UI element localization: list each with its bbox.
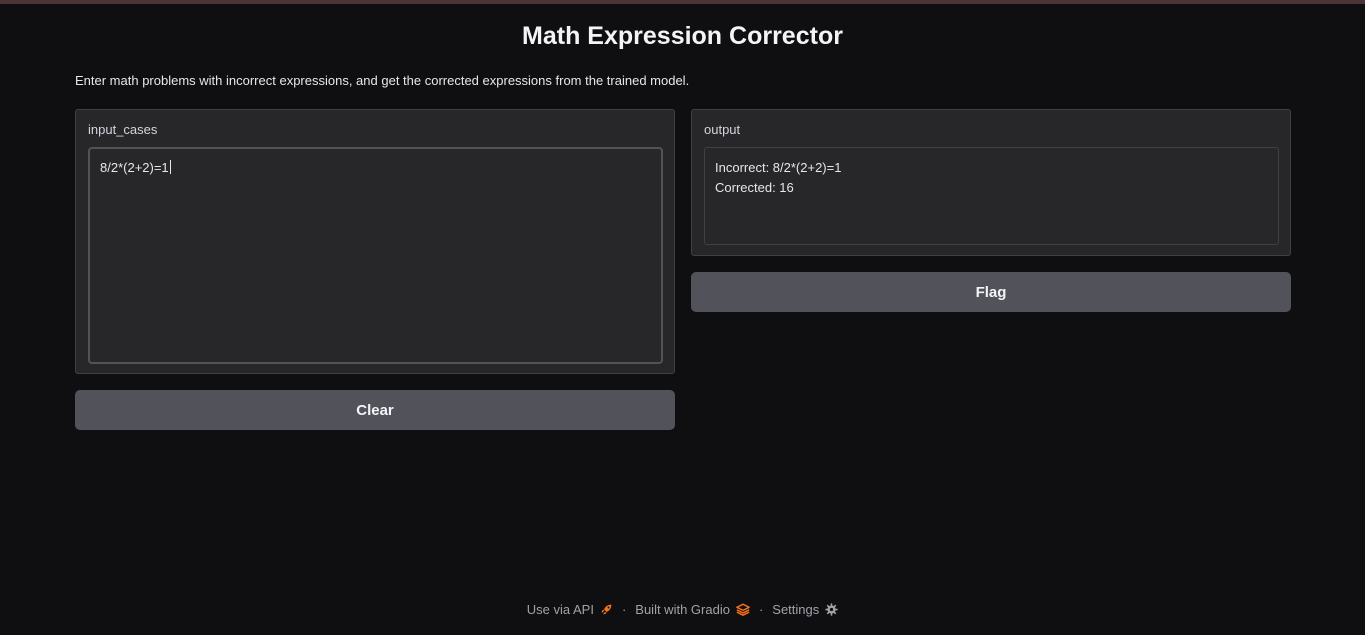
top-accent-strip xyxy=(0,0,1365,4)
input-cases-textarea[interactable]: 8/2*(2+2)=1 xyxy=(88,147,663,364)
settings-label: Settings xyxy=(772,602,820,617)
footer-separator: · xyxy=(621,602,627,617)
input-label: input_cases xyxy=(88,122,158,137)
footer: Use via API · Built with Gradio · Settin… xyxy=(0,602,1365,617)
clear-button[interactable]: Clear xyxy=(75,390,675,430)
use-via-api-label: Use via API xyxy=(526,602,594,617)
output-label: output xyxy=(704,122,741,137)
footer-separator: · xyxy=(758,602,764,617)
use-via-api-link[interactable]: Use via API xyxy=(527,602,613,617)
input-value: 8/2*(2+2)=1 xyxy=(100,160,169,175)
output-line-corrected: Corrected: 16 xyxy=(715,180,794,195)
gradio-logo-icon xyxy=(736,603,750,616)
rocket-icon xyxy=(601,604,612,615)
settings-link[interactable]: Settings xyxy=(772,602,838,617)
output-line-incorrect: Incorrect: 8/2*(2+2)=1 xyxy=(715,160,842,175)
input-panel: input_cases 8/2*(2+2)=1 xyxy=(75,109,675,374)
text-caret xyxy=(169,160,171,174)
page-title: Math Expression Corrector xyxy=(522,22,843,50)
gear-icon xyxy=(825,603,838,616)
page-description: Enter math problems with incorrect expre… xyxy=(75,73,690,88)
built-with-gradio-link[interactable]: Built with Gradio xyxy=(635,602,750,617)
output-textbox[interactable]: Incorrect: 8/2*(2+2)=1 Corrected: 16 xyxy=(704,147,1279,245)
built-with-gradio-label: Built with Gradio xyxy=(635,602,730,617)
flag-button[interactable]: Flag xyxy=(691,272,1291,312)
output-panel: output Incorrect: 8/2*(2+2)=1 Corrected:… xyxy=(691,109,1291,256)
